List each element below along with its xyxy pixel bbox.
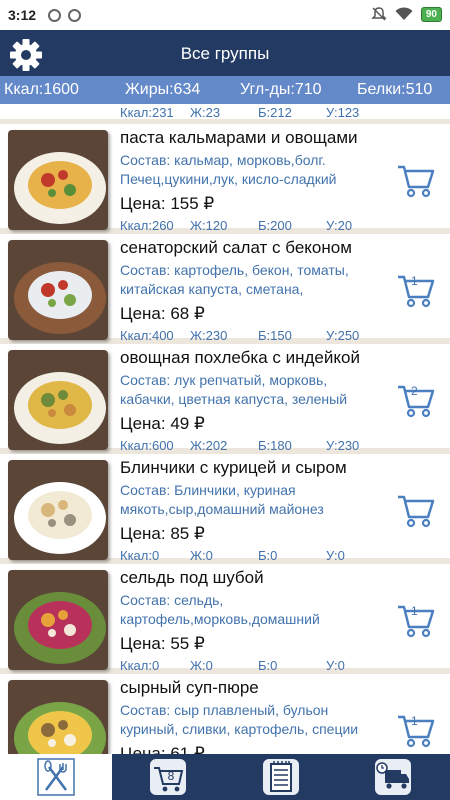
list-item[interactable]: Блинчики с курицей и сыром Состав: Блинчи…	[0, 454, 450, 564]
item-composition: Состав: сыр плавленый, бульон куриный, с…	[120, 702, 359, 737]
notification-icon	[48, 9, 61, 22]
summary-carbs: Угл-ды:710	[240, 81, 322, 98]
list-item[interactable]: сырный суп-пюре Состав: сыр плавленый, бу…	[0, 674, 450, 754]
item-carbs: У:250	[326, 328, 360, 343]
item-photo	[8, 240, 108, 340]
notepad-icon	[263, 759, 299, 795]
item-composition: Состав: лук репчатый, морковь, кабачки, …	[120, 372, 348, 407]
item-kcal: Ккал:400	[120, 328, 174, 343]
add-to-cart-button[interactable]	[396, 160, 436, 200]
item-name: сельдь под шубой	[120, 568, 264, 587]
item-fat: Ж:0	[190, 658, 213, 673]
item-kcal: Ккал:0	[120, 548, 160, 563]
summary-kcal: Ккал:1600	[4, 81, 79, 98]
item-composition: Состав: кальмар, морковь,болг. Печец,цук…	[120, 152, 337, 187]
list-item[interactable]: сельдь под шубой Состав: сельдь, картофел…	[0, 564, 450, 674]
add-to-cart-button[interactable]: 2	[396, 380, 436, 420]
item-composition: Состав: картофель, бекон, томаты, китайс…	[120, 262, 349, 297]
item-photo	[8, 460, 108, 560]
item-fat: Ж:23	[190, 105, 221, 120]
nutrition-summary-bar: Ккал:1600 Жиры:634 Угл-ды:710 Белки:510	[0, 76, 450, 104]
item-carbs: У:20	[326, 218, 353, 233]
item-photo	[8, 570, 108, 670]
delivery-truck-icon	[375, 759, 411, 795]
add-to-cart-button[interactable]	[396, 490, 436, 530]
item-photo	[8, 680, 108, 754]
battery-icon: 90	[420, 6, 442, 22]
page-title: Все группы	[180, 44, 270, 63]
item-protein: Б:0	[258, 658, 278, 673]
item-kcal: Ккал:600	[120, 438, 174, 453]
item-name: Блинчики с курицей и сыром	[120, 458, 347, 477]
item-carbs: У:0	[326, 658, 345, 673]
cart-count-badge: 1	[411, 604, 418, 618]
list-item[interactable]: паста кальмарами и овощами Состав: кальма…	[0, 124, 450, 234]
item-fat: Ж:0	[190, 548, 213, 563]
notification-icon	[68, 9, 81, 22]
fork-knife-icon	[37, 758, 75, 796]
item-name: овощная похлебка с индейкой	[120, 348, 360, 367]
list-item[interactable]: сенаторский салат с беконом Состав: карто…	[0, 234, 450, 344]
item-name: сырный суп-пюре	[120, 678, 259, 697]
list-item-partial[interactable]: Ккал:231 Ж:23 Б:212 У:123	[0, 104, 450, 124]
product-list[interactable]: Ккал:231 Ж:23 Б:212 У:123 паста кальмара…	[0, 104, 450, 754]
status-bar: 3:12 90	[0, 0, 450, 30]
cart-badge: 8	[168, 769, 175, 783]
item-fat: Ж:120	[190, 218, 228, 233]
item-carbs: У:0	[326, 548, 345, 563]
cart-count-badge: 1	[411, 714, 418, 728]
item-price: Цена: 85 ₽	[120, 524, 205, 543]
mute-icon	[371, 7, 387, 21]
item-price: Цена: 49 ₽	[120, 414, 205, 433]
item-price: Цена: 155 ₽	[120, 194, 215, 213]
add-to-cart-button[interactable]: 1	[396, 710, 436, 750]
item-kcal: Ккал:0	[120, 658, 160, 673]
item-name: паста кальмарами и овощами	[120, 128, 358, 147]
wifi-icon	[395, 7, 413, 20]
status-time: 3:12	[8, 7, 37, 23]
cart-icon	[398, 495, 435, 528]
item-photo	[8, 350, 108, 450]
cart-count-badge: 2	[411, 384, 418, 398]
item-name: сенаторский салат с беконом	[120, 238, 352, 257]
item-composition: Состав: Блинчики, куриная мякоть,сыр,дом…	[120, 482, 324, 517]
item-price: Цена: 61 ₽	[120, 744, 205, 754]
list-item[interactable]: овощная похлебка с индейкой Состав: лук р…	[0, 344, 450, 454]
item-protein: Б:180	[258, 438, 292, 453]
cart-icon: 8	[150, 759, 186, 795]
tab-orders[interactable]	[225, 754, 337, 800]
tab-menu[interactable]	[0, 754, 112, 800]
summary-protein: Белки:510	[357, 81, 433, 98]
item-carbs: У:123	[326, 105, 360, 120]
item-protein: Б:150	[258, 328, 292, 343]
item-carbs: У:230	[326, 438, 360, 453]
add-to-cart-button[interactable]: 1	[396, 600, 436, 640]
cart-icon	[398, 165, 435, 198]
app-bar: Все группы	[0, 30, 450, 76]
cart-count-badge: 1	[411, 274, 418, 288]
bottom-tab-bar: 8	[0, 754, 450, 800]
item-protein: Б:200	[258, 218, 292, 233]
item-photo	[8, 130, 108, 230]
summary-fat: Жиры:634	[125, 81, 201, 98]
item-price: Цена: 68 ₽	[120, 304, 205, 323]
tab-delivery[interactable]	[337, 754, 449, 800]
tab-cart[interactable]: 8	[112, 754, 224, 800]
item-fat: Ж:202	[190, 438, 228, 453]
add-to-cart-button[interactable]: 1	[396, 270, 436, 310]
item-protein: Б:212	[258, 105, 292, 120]
item-protein: Б:0	[258, 548, 278, 563]
item-composition: Состав: сельдь, картофель,морковь,домашн…	[120, 592, 320, 627]
item-price: Цена: 55 ₽	[120, 634, 205, 653]
item-fat: Ж:230	[190, 328, 228, 343]
item-kcal: Ккал:260	[120, 218, 174, 233]
item-kcal: Ккал:231	[120, 105, 174, 120]
